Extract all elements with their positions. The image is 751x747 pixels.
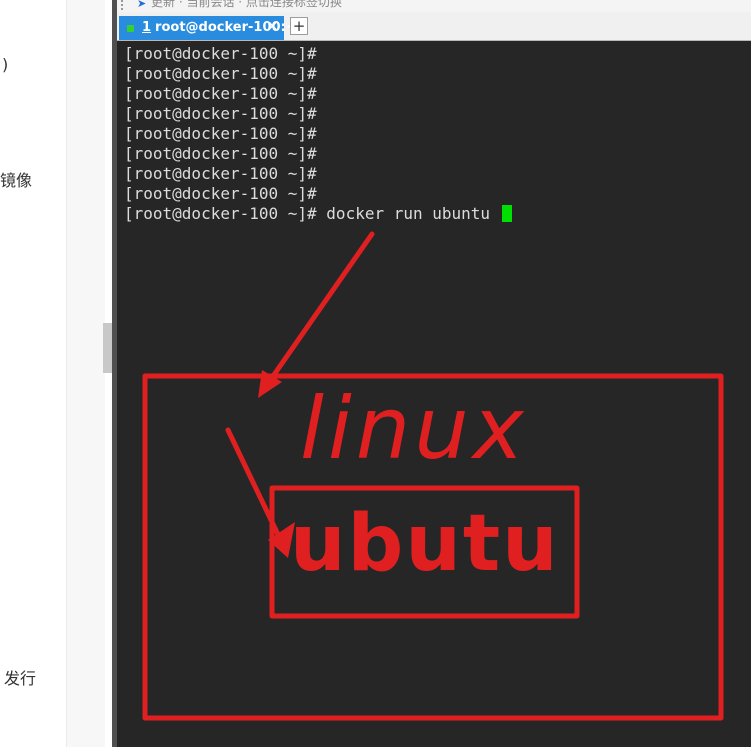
- left-text-fragment: 镜像: [0, 171, 33, 190]
- terminal-line: [root@docker-100 ~]#: [124, 104, 317, 123]
- new-tab-button[interactable]: +: [290, 17, 308, 35]
- session-tab[interactable]: 1 root@docker-100:~ ×: [119, 16, 297, 40]
- connected-status-icon: [127, 25, 134, 32]
- terminal-window: ➤ 更新 · 当前会话 · 点击连接标签切换 1 root@docker-100:…: [117, 0, 751, 747]
- terminal-command: docker run ubuntu: [326, 204, 491, 223]
- drag-handle-icon[interactable]: [121, 0, 125, 10]
- terminal-line: [root@docker-100 ~]#: [124, 144, 317, 163]
- terminal-output[interactable]: [root@docker-100 ~]# [root@docker-100 ~]…: [124, 44, 744, 224]
- terminal-prompt: [root@docker-100 ~]#: [124, 204, 317, 223]
- terminal-line: [root@docker-100 ~]#: [124, 164, 317, 183]
- left-text-fragment: 发行: [4, 669, 37, 688]
- terminal-command-line[interactable]: [root@docker-100 ~]# docker run ubuntu: [124, 204, 744, 224]
- tab-close-icon[interactable]: ×: [267, 19, 278, 34]
- terminal-line: [root@docker-100 ~]#: [124, 64, 317, 83]
- left-text-fragment: ): [2, 55, 9, 74]
- terminal-line: [root@docker-100 ~]#: [124, 184, 317, 203]
- notice-bar: ➤ 更新 · 当前会话 · 点击连接标签切换: [117, 0, 751, 12]
- notice-text: 更新 · 当前会话 · 点击连接标签切换: [151, 0, 342, 9]
- terminal-cursor: [501, 205, 512, 222]
- terminal-line: [root@docker-100 ~]#: [124, 124, 317, 143]
- left-panel-gutter: [66, 0, 105, 747]
- arrow-icon: ➤: [137, 0, 147, 10]
- tab-bar: 1 root@docker-100:~ × +: [117, 12, 751, 41]
- terminal-line: [root@docker-100 ~]#: [124, 44, 317, 63]
- terminal-line: [root@docker-100 ~]#: [124, 84, 317, 103]
- left-document-panel: ) 镜像 发行: [0, 0, 66, 747]
- tab-number: 1: [142, 20, 152, 35]
